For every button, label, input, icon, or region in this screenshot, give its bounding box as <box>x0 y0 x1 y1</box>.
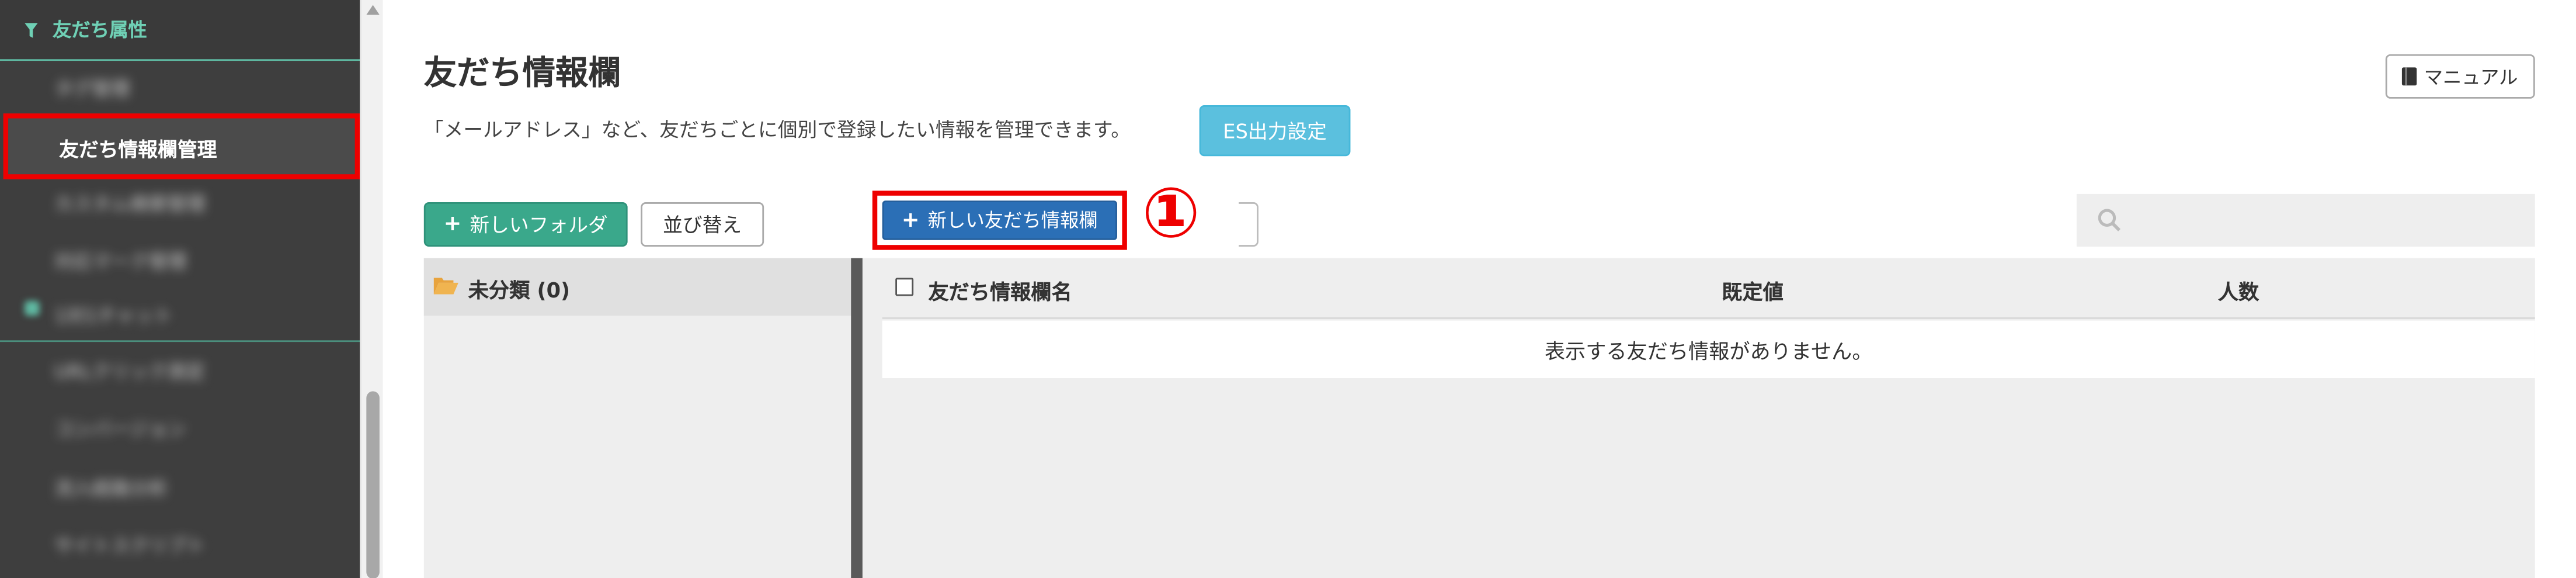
column-header-default[interactable]: 既定値 <box>1722 275 1784 306</box>
sidebar-item-inflow[interactable]: 流入経路分析 <box>54 475 168 501</box>
column-header-count[interactable]: 人数 <box>2218 275 2259 306</box>
plus-icon: + <box>443 212 462 237</box>
sidebar-item-url-click[interactable]: URLクリック測定 <box>54 358 205 385</box>
page-title: 友だち情報欄 <box>423 53 621 92</box>
sidebar-item-marks[interactable]: 対応マーク管理 <box>54 248 186 275</box>
sidebar-item-label: 友だち情報欄管理 <box>59 138 217 161</box>
sort-button[interactable]: 並び替え <box>641 202 764 247</box>
plus-icon: + <box>901 207 920 233</box>
step-callout-number: ① <box>1142 172 1201 254</box>
sidebar-item-site-script[interactable]: サイトスクリプト <box>54 532 206 559</box>
sidebar-item-conversion[interactable]: コンバージョン <box>54 416 186 442</box>
new-friend-info-label: 新しい友だち情報欄 <box>927 209 1098 232</box>
filter-icon <box>25 22 38 37</box>
sidebar-item-custom-search[interactable]: カスタム検索管理 <box>54 191 206 217</box>
panel-divider[interactable] <box>851 258 863 578</box>
folder-item-uncategorized[interactable]: 未分類 (0) <box>423 258 851 316</box>
new-folder-button[interactable]: + 新しいフォルダ <box>423 202 628 247</box>
sidebar: 友だち属性 タグ管理 友だち情報欄管理 カスタム検索管理 対応マーク管理 1対1… <box>0 0 360 578</box>
search-icon <box>2098 209 2121 231</box>
book-icon <box>2403 67 2418 86</box>
sidebar-item-tags[interactable]: タグ管理 <box>54 75 130 102</box>
table-header: 友だち情報欄名 既定値 人数 <box>882 258 2535 319</box>
es-output-settings-button[interactable]: ES出力設定 <box>1199 105 1351 157</box>
search-input[interactable] <box>2076 193 2535 247</box>
sidebar-scrollbar[interactable] <box>360 0 383 578</box>
manual-button[interactable]: マニュアル <box>2385 54 2535 99</box>
empty-table-message: 表示する友だち情報がありません。 <box>882 320 2535 379</box>
select-all-checkbox[interactable] <box>895 278 914 296</box>
folder-open-icon <box>433 278 458 295</box>
new-friend-info-button[interactable]: + 新しい友だち情報欄 <box>882 200 1117 240</box>
sidebar-item-friend-info-active[interactable]: 友だち情報欄管理 <box>3 113 360 179</box>
highlight-frame: + 新しい友だち情報欄 <box>872 191 1127 250</box>
folder-label: 未分類 (0) <box>468 278 571 303</box>
app-window: 友だち属性 タグ管理 友だち情報欄管理 カスタム検索管理 対応マーク管理 1対1… <box>0 0 2576 578</box>
sidebar-section-title: 友だち属性 <box>53 18 147 41</box>
chat-icon <box>25 300 40 316</box>
sidebar-item-chat[interactable]: 1対1チャット <box>54 303 173 329</box>
manual-button-label: マニュアル <box>2424 65 2518 88</box>
scroll-up-arrow-icon[interactable] <box>366 5 380 15</box>
sidebar-section-header[interactable]: 友だち属性 <box>0 0 360 61</box>
new-folder-label: 新しいフォルダ <box>470 213 608 237</box>
column-header-name[interactable]: 友だち情報欄名 <box>928 275 1072 306</box>
scroll-thumb[interactable] <box>366 391 380 578</box>
page-description: 「メールアドレス」など、友だちごとに個別で登録したい情報を管理できます。 <box>423 118 1131 141</box>
friend-info-table: 友だち情報欄名 既定値 人数 表示する友だち情報がありません。 <box>862 258 2535 578</box>
folder-panel: 未分類 (0) <box>423 258 851 578</box>
